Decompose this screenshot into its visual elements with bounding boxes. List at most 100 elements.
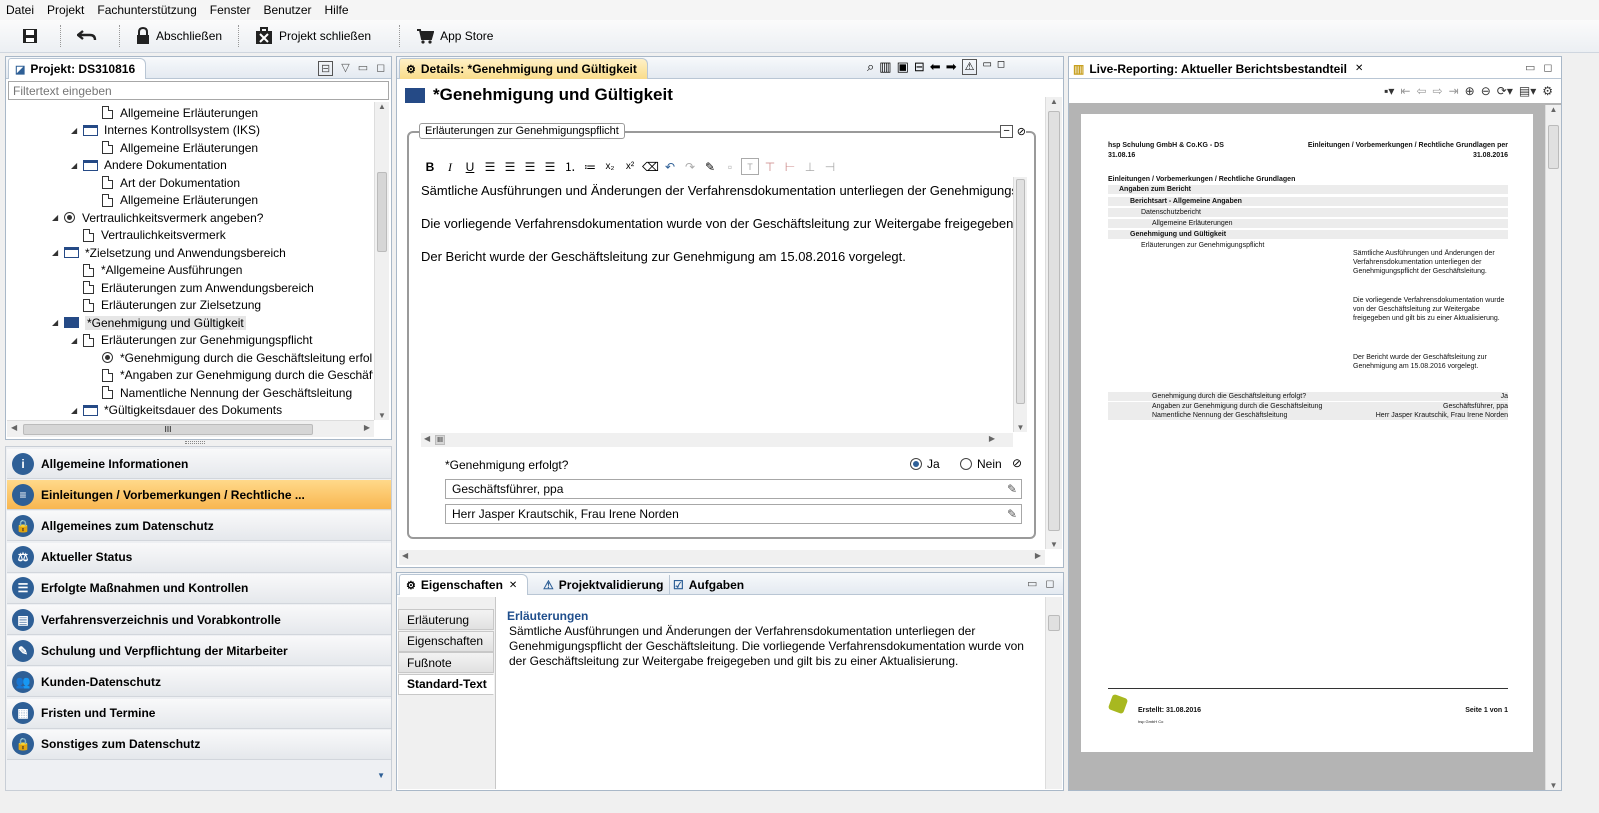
minimize-icon[interactable]: ▭ (358, 61, 368, 76)
tree-item[interactable]: Art der Dokumentation (90, 174, 240, 191)
tab-details[interactable]: ⚙ Details: *Genehmigung und Gültigkeit (399, 58, 648, 79)
approval-details-field[interactable]: Geschäftsführer, ppa ✎ (445, 479, 1022, 499)
side-tab[interactable]: Standard-Text (398, 673, 494, 695)
management-names-field[interactable]: Herr Jasper Krautschik, Frau Irene Norde… (445, 504, 1022, 524)
collapse-icon[interactable]: ⊟ (914, 59, 925, 75)
tab-eigenschaften[interactable]: ⚙ Eigenschaften ✕ (399, 574, 529, 595)
maximize-icon[interactable]: ◻ (376, 61, 385, 76)
filter-input[interactable] (8, 81, 389, 100)
subscript-icon[interactable]: x₂ (601, 158, 619, 175)
side-tab[interactable]: Eigenschaften (398, 630, 494, 652)
last-page-icon[interactable]: ⇥ (1449, 84, 1459, 98)
superscript-icon[interactable]: x² (621, 158, 639, 175)
table-icon[interactable]: ⊤ (761, 158, 779, 175)
tree-item[interactable]: *Angaben zur Genehmigung durch die Gesch… (90, 367, 373, 384)
nav-item[interactable]: ⚖ Aktueller Status (7, 542, 391, 573)
tree-item[interactable]: ◢ Internes Kontrollsystem (IKS) (71, 122, 260, 139)
previous-page-icon[interactable]: ⇦ (1416, 84, 1426, 98)
align-center-icon[interactable]: ☰ (501, 158, 519, 175)
italic-button[interactable]: I (441, 158, 459, 175)
edit-icon[interactable]: ✎ (701, 158, 719, 175)
editor-vertical-scrollbar[interactable]: ▼ (1013, 177, 1027, 432)
tree-scroll-thumb[interactable] (377, 172, 387, 252)
pencil-icon[interactable]: ✎ (1007, 482, 1017, 496)
settings-icon[interactable]: ⚙ (1542, 84, 1553, 98)
tree-horizontal-scrollbar[interactable]: ◀ III ▶ (7, 420, 374, 437)
tree-item[interactable]: ◢ Andere Dokumentation (71, 157, 227, 174)
minimize-icon[interactable]: ▭ (1027, 577, 1037, 590)
expand-arrow-icon[interactable]: ◢ (71, 406, 83, 415)
maximize-icon[interactable]: ◻ (1543, 61, 1552, 74)
reset-radio-icon[interactable]: ⊘ (1012, 456, 1022, 470)
close-icon[interactable]: ✕ (1355, 63, 1363, 74)
tree-item[interactable]: Allgemeine Erläuterungen (90, 192, 258, 209)
tab-live-reporting[interactable]: ▥ Live-Reporting: Aktueller Berichtsbest… (1073, 59, 1363, 78)
expand-arrow-icon[interactable]: ◢ (52, 318, 64, 327)
expand-arrow-icon[interactable]: ◢ (71, 126, 83, 135)
tree-item[interactable]: Erläuterungen zum Anwendungsbereich (71, 279, 314, 296)
editor-horizontal-scrollbar[interactable]: ◀ III ▶ (421, 433, 1013, 447)
save-button[interactable] (14, 23, 52, 49)
next-page-icon[interactable]: ⇨ (1433, 84, 1443, 98)
menu-item-hilfe[interactable]: Hilfe (325, 3, 349, 17)
tree-vertical-scrollbar[interactable]: ▲ ▼ (374, 102, 389, 420)
tree-item[interactable]: *Allgemeine Ausführungen (71, 262, 242, 279)
app-store-button[interactable]: App Store (408, 23, 501, 49)
menu-item-fenster[interactable]: Fenster (210, 3, 251, 17)
nav-item[interactable]: ≡ Einleitungen / Vorbemerkungen / Rechtli… (7, 480, 391, 511)
nav-item[interactable]: ☰ Erfolgte Maßnahmen und Kontrollen (7, 573, 391, 604)
zoom-out-icon[interactable]: ⊖ (1481, 84, 1491, 98)
nav-item[interactable]: 🔒 Sonstiges zum Datenschutz (7, 729, 391, 760)
print-layout-icon[interactable]: ▤▾ (1519, 84, 1536, 98)
table-col-icon[interactable]: ⊥ (801, 158, 819, 175)
side-tab[interactable]: Fußnote (398, 652, 494, 673)
back-arrow-icon[interactable]: ⬅ (930, 59, 941, 75)
radio-no[interactable]: Nein (960, 457, 1002, 471)
view-menu-icon[interactable]: ▽ (341, 61, 349, 76)
menu-item-projekt[interactable]: Projekt (47, 3, 84, 17)
tree-item[interactable]: Vertraulichkeitsvermerk (71, 227, 226, 244)
details-vertical-scrollbar[interactable]: ▲ ▼ (1045, 97, 1062, 549)
expand-arrow-icon[interactable]: ◢ (52, 248, 64, 257)
layout-icon[interactable]: ▥ (879, 59, 891, 75)
report-vertical-scrollbar[interactable]: ▲ ▼ (1545, 105, 1561, 790)
refresh-icon[interactable]: ⟳▾ (1497, 84, 1513, 98)
link-editor-icon[interactable]: ⊟ (318, 61, 334, 76)
collapse-group-icon[interactable]: − (1000, 125, 1013, 138)
richtext-editor[interactable]: Sämtliche Ausführungen und Änderungen de… (421, 177, 1013, 432)
properties-vertical-scrollbar[interactable] (1045, 597, 1062, 789)
nav-item[interactable]: ✎ Schulung und Verpflichtung der Mitarbei… (7, 636, 391, 667)
window-icon[interactable]: ▣ (897, 59, 909, 75)
bullet-list-icon[interactable]: ≔ (581, 158, 599, 175)
editor-scroll-thumb[interactable] (1016, 179, 1025, 404)
nav-item[interactable]: i Allgemeine Informationen (7, 449, 391, 479)
properties-scroll-thumb[interactable] (1048, 615, 1060, 631)
tree-item[interactable]: ◢ Erläuterungen zur Genehmigungspflicht (71, 332, 312, 349)
table-cell-icon[interactable]: ⊣ (821, 158, 839, 175)
details-scroll-thumb[interactable] (1048, 111, 1060, 531)
underline-button[interactable]: U (461, 158, 479, 175)
zoom-icon[interactable]: ⌕ (867, 59, 874, 75)
close-project-button[interactable]: Projekt schließen (247, 23, 379, 49)
expand-arrow-icon[interactable]: ◢ (71, 161, 83, 170)
reset-icon[interactable]: ⊘ (1017, 125, 1026, 138)
pencil-icon[interactable]: ✎ (1007, 507, 1017, 521)
tree-item[interactable]: ◢ *Zielsetzung und Anwendungsbereich (52, 244, 286, 261)
tab-project[interactable]: ◪ Projekt: DS310816 (8, 58, 147, 79)
project-tree[interactable]: Allgemeine Erläuterungen ◢ Internes Kontro… (7, 102, 373, 420)
tree-item[interactable]: Allgemeine Erläuterungen (90, 139, 258, 156)
first-page-icon[interactable]: ⇤ (1400, 84, 1410, 98)
tree-item[interactable]: Allgemeine Erläuterungen (90, 104, 258, 121)
minimize-icon[interactable]: ▭ (982, 59, 991, 75)
report-scroll-thumb[interactable] (1548, 125, 1559, 169)
align-right-icon[interactable]: ☰ (521, 158, 539, 175)
expand-arrow-icon[interactable]: ◢ (52, 213, 64, 222)
close-icon[interactable]: ✕ (509, 580, 517, 591)
tree-item[interactable]: ◢ *Genehmigung und Gültigkeit (52, 314, 246, 331)
eraser-icon[interactable]: ⌫ (641, 158, 659, 175)
table-row-icon[interactable]: ⊢ (781, 158, 799, 175)
menu-item-datei[interactable]: Datei (6, 3, 34, 17)
lock-button[interactable]: Abschließen (128, 23, 230, 49)
splitter-handle[interactable] (185, 441, 205, 444)
forward-arrow-icon[interactable]: ➡ (946, 59, 957, 75)
